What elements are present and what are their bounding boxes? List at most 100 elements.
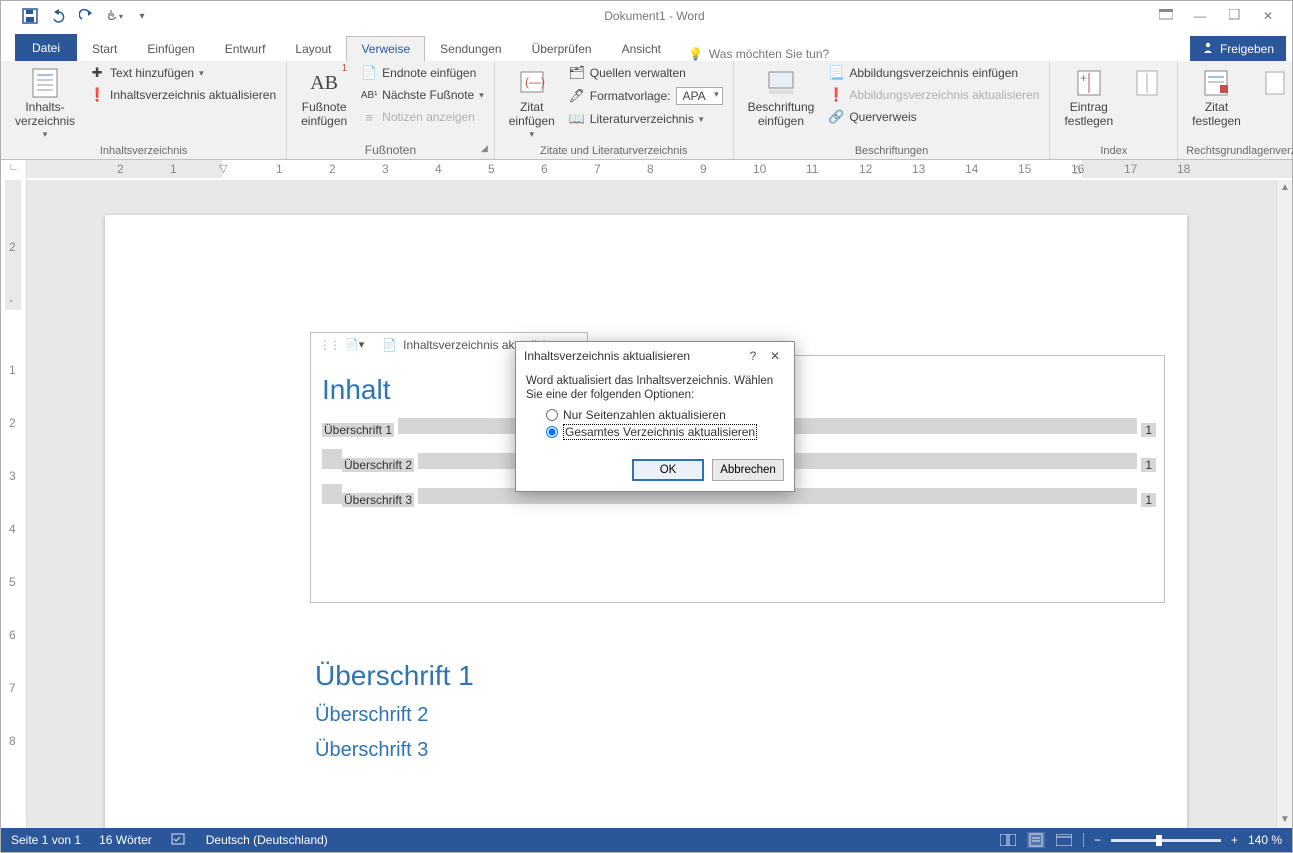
insert-endnote-button[interactable]: 📄Endnote einfügen	[359, 63, 486, 83]
zoom-level[interactable]: 140 %	[1248, 833, 1282, 847]
status-page[interactable]: Seite 1 von 1	[11, 833, 81, 847]
toc-update-icon: 📄	[382, 338, 397, 352]
xref-icon: 🔗	[828, 109, 844, 125]
add-text-button[interactable]: ✚Text hinzufügen	[87, 63, 278, 83]
tell-me-input[interactable]	[709, 47, 869, 61]
mark-entry-button[interactable]: + Eintrag festlegen	[1058, 63, 1119, 131]
toc-button[interactable]: Inhalts- verzeichnis	[9, 63, 81, 141]
tab-start[interactable]: Start	[77, 36, 132, 61]
tab-ansicht[interactable]: Ansicht	[607, 36, 676, 61]
web-layout-icon[interactable]	[1055, 832, 1073, 848]
show-notes-icon: ≡	[361, 109, 377, 125]
zoom-in-button[interactable]: +	[1231, 833, 1238, 847]
group-captions: Beschriftung einfügen 📃Abbildungsverzeic…	[734, 61, 1051, 159]
close-button[interactable]: ✕	[1258, 9, 1278, 23]
cancel-button[interactable]: Abbrechen	[712, 459, 784, 481]
toc-row-page: 1	[1141, 423, 1156, 437]
radio-page-numbers-input[interactable]	[546, 409, 558, 421]
next-footnote-button[interactable]: AB¹Nächste Fußnote	[359, 85, 486, 105]
radio-page-numbers-only[interactable]: Nur Seitenzahlen aktualisieren	[526, 407, 784, 423]
next-footnote-icon: AB¹	[361, 87, 377, 103]
group-toc-label: Inhaltsverzeichnis	[9, 143, 278, 159]
toc-menu-icon[interactable]: 📄▾	[345, 338, 364, 351]
maximize-button[interactable]	[1224, 9, 1244, 23]
zoom-out-button[interactable]: −	[1094, 833, 1101, 847]
share-icon	[1202, 41, 1214, 56]
footnotes-launcher-icon[interactable]: ◢	[481, 143, 488, 154]
tab-verweise[interactable]: Verweise	[346, 36, 425, 62]
horizontal-ruler[interactable]: ▽ △ 21123456789101112131415161718	[27, 160, 1292, 180]
authorities-icon	[1259, 67, 1291, 99]
bibliography-button[interactable]: 📖Literaturverzeichnis	[567, 109, 725, 129]
insert-caption-label: Beschriftung einfügen	[748, 101, 815, 129]
tell-me[interactable]: 💡	[688, 47, 869, 61]
add-text-icon: ✚	[89, 65, 105, 81]
print-layout-icon[interactable]	[1027, 832, 1045, 848]
style-icon: 🖊	[569, 88, 585, 104]
radio-entire-table-input[interactable]	[546, 426, 558, 438]
mark-citation-button[interactable]: Zitat festlegen	[1186, 63, 1247, 131]
tab-einfuegen[interactable]: Einfügen	[132, 36, 209, 61]
update-toc-dialog: Inhaltsverzeichnis aktualisieren ? ✕ Wor…	[515, 341, 795, 492]
redo-icon[interactable]	[75, 5, 97, 27]
toc-title: Inhalt	[322, 374, 391, 406]
tab-sendungen[interactable]: Sendungen	[425, 36, 516, 61]
vertical-scrollbar[interactable]: ▲ ▼	[1276, 180, 1292, 828]
tab-layout[interactable]: Layout	[280, 36, 346, 61]
cross-reference-label: Querverweis	[849, 110, 916, 124]
scroll-down-icon[interactable]: ▼	[1279, 814, 1291, 826]
insert-footnote-label: Fußnote einfügen	[301, 101, 347, 129]
zoom-slider[interactable]	[1111, 839, 1221, 842]
insert-index-button[interactable]	[1125, 63, 1169, 103]
radio-entire-table[interactable]: Gesamtes Verzeichnis aktualisieren	[526, 423, 784, 441]
update-toc-label: Inhaltsverzeichnis aktualisieren	[110, 88, 276, 102]
save-icon[interactable]	[19, 5, 41, 27]
insert-citation-button[interactable]: (—) Zitat einfügen	[503, 63, 561, 141]
document-canvas[interactable]: ⋮⋮ 📄▾ 📄 Inhaltsverzeichnis aktualisieren…	[27, 180, 1276, 828]
tab-selector[interactable]: ∟	[1, 160, 27, 180]
insert-footnote-button[interactable]: AB1 Fußnote einfügen	[295, 63, 353, 131]
update-toc-button[interactable]: ❗ Inhaltsverzeichnis aktualisieren	[87, 85, 278, 105]
show-notes-label: Notizen anzeigen	[382, 110, 475, 124]
ribbon: Inhalts- verzeichnis ✚Text hinzufügen ❗ I…	[1, 61, 1292, 160]
scroll-up-icon[interactable]: ▲	[1279, 182, 1291, 194]
vertical-ruler[interactable]: 123456782-	[1, 180, 27, 828]
minimize-button[interactable]: —	[1190, 9, 1210, 23]
insert-caption-button[interactable]: Beschriftung einfügen	[742, 63, 821, 131]
read-mode-icon[interactable]	[999, 832, 1017, 848]
toc-row-text: Überschrift 3	[342, 493, 414, 507]
toc-row-page: 1	[1141, 458, 1156, 472]
status-words[interactable]: 16 Wörter	[99, 833, 152, 847]
undo-icon[interactable]	[47, 5, 69, 27]
insert-figures-list-button[interactable]: 📃Abbildungsverzeichnis einfügen	[826, 63, 1041, 83]
indent-marker-left[interactable]: ▽	[219, 162, 227, 175]
insert-authorities-button[interactable]	[1253, 63, 1293, 103]
dialog-close-button[interactable]: ✕	[764, 349, 786, 363]
group-index: + Eintrag festlegen Index	[1050, 61, 1178, 159]
radio-page-numbers-label: Nur Seitenzahlen aktualisieren	[563, 408, 726, 422]
tab-entwurf[interactable]: Entwurf	[210, 36, 281, 61]
share-button[interactable]: Freigeben	[1190, 36, 1286, 61]
tab-file[interactable]: Datei	[15, 34, 77, 61]
group-citations-label: Zitate und Literaturverzeichnis	[503, 143, 725, 159]
insert-figures-list-label: Abbildungsverzeichnis einfügen	[849, 66, 1018, 80]
touch-mode-icon[interactable]: ▾	[103, 5, 125, 27]
cross-reference-button[interactable]: 🔗 Querverweis	[826, 107, 1041, 127]
mark-citation-icon	[1200, 67, 1232, 99]
spell-check-icon[interactable]	[170, 832, 188, 848]
insert-index-icon	[1131, 67, 1163, 99]
toc-row-page: 1	[1141, 493, 1156, 507]
ok-button[interactable]: OK	[632, 459, 704, 481]
status-bar: Seite 1 von 1 16 Wörter Deutsch (Deutsch…	[1, 828, 1292, 852]
horizontal-ruler-row: ∟ ▽ △ 21123456789101112131415161718	[1, 160, 1292, 180]
manage-sources-button[interactable]: 🗂Quellen verwalten	[567, 63, 725, 83]
qat-customize-icon[interactable]: ▾	[131, 5, 153, 27]
grip-icon[interactable]: ⋮⋮	[319, 338, 339, 352]
status-language[interactable]: Deutsch (Deutschland)	[206, 833, 328, 847]
update-icon: ❗	[89, 87, 105, 103]
ribbon-display-icon[interactable]	[1156, 9, 1176, 23]
dialog-help-button[interactable]: ?	[742, 349, 764, 363]
style-combo[interactable]: APA	[676, 87, 723, 105]
tab-ueberpruefen[interactable]: Überprüfen	[517, 36, 607, 61]
dialog-titlebar[interactable]: Inhaltsverzeichnis aktualisieren ? ✕	[516, 342, 794, 370]
